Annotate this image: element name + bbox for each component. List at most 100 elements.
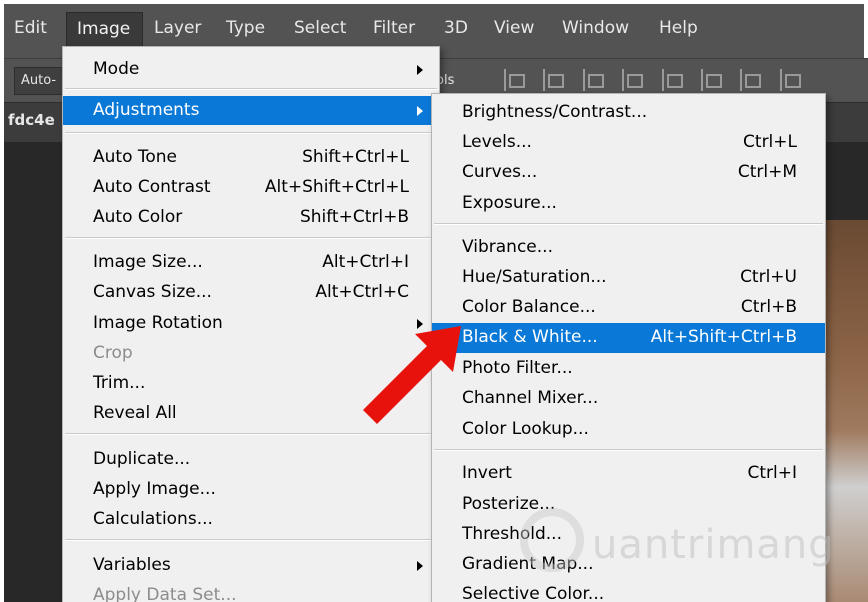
menu-item-shortcut: Shift+Ctrl+L [302, 147, 409, 167]
menu-item-hue-saturation[interactable]: Hue/Saturation... Ctrl+U [432, 263, 825, 293]
menu-type[interactable]: Type [226, 18, 265, 38]
align-top-icon[interactable] [504, 69, 526, 91]
menu-filter[interactable]: Filter [373, 18, 415, 38]
menu-item-label: Gradient Map... [462, 554, 594, 574]
distribute-top-icon[interactable] [740, 69, 762, 91]
menu-item-shortcut: Ctrl+L [743, 132, 797, 152]
menu-item-shortcut: Ctrl+B [740, 297, 797, 317]
menu-separator [65, 237, 437, 239]
menu-item-selective-color[interactable]: Selective Color... [432, 580, 825, 602]
menu-separator [65, 132, 437, 134]
menu-window[interactable]: Window [562, 18, 629, 38]
menu-item-label: Image Rotation [93, 313, 223, 333]
menu-view[interactable]: View [494, 18, 534, 38]
menu-item-gradient-map[interactable]: Gradient Map... [432, 550, 825, 580]
align-vertical-center-icon[interactable] [543, 69, 565, 91]
canvas-photo [824, 220, 868, 602]
menu-item-label: Mode [93, 59, 140, 79]
distribute-center-icon[interactable] [779, 69, 802, 91]
menu-item-label: Black & White... [462, 327, 598, 347]
menu-image[interactable]: Image [66, 12, 144, 48]
menu-item-label: Photo Filter... [462, 358, 573, 378]
align-icons-group [504, 69, 868, 93]
menu-item-posterize[interactable]: Posterize... [432, 490, 825, 520]
menu-item-exposure[interactable]: Exposure... [432, 189, 825, 219]
menu-item-label: Brightness/Contrast... [462, 102, 648, 122]
menu-separator [65, 433, 437, 435]
menu-help[interactable]: Help [659, 18, 698, 38]
menu-item-canvas-size[interactable]: Canvas Size... Alt+Ctrl+C [63, 278, 439, 307]
menu-item-label: Calculations... [93, 509, 213, 529]
menu-item-label: Image Size... [93, 252, 203, 272]
align-right-icon[interactable] [701, 69, 723, 91]
menu-item-label: Apply Data Set... [93, 585, 237, 602]
menu-item-calculations[interactable]: Calculations... [63, 505, 439, 534]
menu-item-label: Adjustments [93, 100, 200, 120]
menu-item-label: Hue/Saturation... [462, 267, 607, 287]
menu-item-auto-contrast[interactable]: Auto Contrast Alt+Shift+Ctrl+L [63, 173, 439, 202]
menu-item-label: Curves... [462, 162, 538, 182]
menu-item-label: Color Balance... [462, 297, 596, 317]
menu-item-mode[interactable]: Mode [63, 55, 439, 84]
menu-separator [434, 449, 823, 451]
align-horizontal-center-icon[interactable] [661, 69, 684, 91]
menu-item-shortcut: Alt+Ctrl+C [315, 282, 409, 302]
menu-item-label: Crop [93, 343, 133, 363]
menu-item-shortcut: Shift+Ctrl+B [299, 207, 409, 227]
menu-item-label: Levels... [462, 132, 532, 152]
menu-item-shortcut: Alt+Shift+Ctrl+L [264, 177, 409, 197]
menu-item-label: Auto Color [93, 207, 183, 227]
menu-item-photo-filter[interactable]: Photo Filter... [432, 354, 825, 384]
menu-item-shortcut: Alt+Shift+Ctrl+B [650, 327, 797, 347]
menu-item-duplicate[interactable]: Duplicate... [63, 445, 439, 474]
menu-item-image-size[interactable]: Image Size... Alt+Ctrl+I [63, 248, 439, 277]
menu-item-label: Auto Tone [93, 147, 178, 167]
menu-layer[interactable]: Layer [154, 18, 201, 38]
menu-item-adjustments[interactable]: Adjustments [63, 96, 439, 125]
menu-item-threshold[interactable]: Threshold... [432, 520, 825, 550]
menu-item-brightness-contrast[interactable]: Brightness/Contrast... [432, 98, 825, 128]
adjustments-submenu: Brightness/Contrast... Levels... Ctrl+L … [431, 93, 826, 602]
menu-item-label: Trim... [93, 373, 146, 393]
menu-item-label: Canvas Size... [93, 282, 212, 302]
menu-item-label: Apply Image... [93, 479, 216, 499]
menu-item-auto-color[interactable]: Auto Color Shift+Ctrl+B [63, 203, 439, 232]
menu-item-label: Vibrance... [462, 237, 553, 257]
menu-item-shortcut: Ctrl+M [737, 162, 797, 182]
menu-item-color-balance[interactable]: Color Balance... Ctrl+B [432, 293, 825, 323]
align-bottom-icon[interactable] [582, 69, 605, 91]
align-left-icon[interactable] [622, 69, 644, 91]
menu-item-black-white[interactable]: Black & White... Alt+Shift+Ctrl+B [432, 323, 825, 353]
menu-separator [65, 88, 437, 90]
menu-item-label: Color Lookup... [462, 419, 589, 439]
menu-item-label: Variables [93, 555, 171, 575]
menu-select[interactable]: Select [294, 18, 346, 38]
menu-item-label: Exposure... [462, 193, 557, 213]
menu-edit[interactable]: Edit [14, 18, 47, 38]
menu-item-curves[interactable]: Curves... Ctrl+M [432, 158, 825, 188]
chevron-right-icon [417, 561, 423, 571]
menu-item-label: Auto Contrast [93, 177, 211, 197]
menu-3d[interactable]: 3D [444, 18, 468, 38]
menu-item-levels[interactable]: Levels... Ctrl+L [432, 128, 825, 158]
menu-item-invert[interactable]: Invert Ctrl+I [432, 459, 825, 489]
menu-item-apply-image[interactable]: Apply Image... [63, 475, 439, 504]
menu-item-channel-mixer[interactable]: Channel Mixer... [432, 384, 825, 414]
chevron-right-icon [417, 65, 423, 75]
auto-select-checkbox[interactable]: Auto- [14, 67, 66, 95]
menu-item-vibrance[interactable]: Vibrance... [432, 233, 825, 263]
menu-item-apply-data-set: Apply Data Set... [63, 581, 439, 602]
menu-item-label: Channel Mixer... [462, 388, 599, 408]
menu-separator [65, 539, 437, 541]
menu-item-label: Selective Color... [462, 584, 605, 602]
menu-item-auto-tone[interactable]: Auto Tone Shift+Ctrl+L [63, 143, 439, 172]
menu-item-color-lookup[interactable]: Color Lookup... [432, 415, 825, 445]
menu-item-label: Duplicate... [93, 449, 191, 469]
chevron-right-icon [417, 106, 423, 116]
red-arrow-icon [363, 326, 461, 424]
document-tab[interactable]: fdc4e [8, 111, 55, 129]
menu-item-variables[interactable]: Variables [63, 551, 439, 580]
menu-separator [434, 223, 823, 225]
menu-item-label: Posterize... [462, 494, 556, 514]
menu-item-label: Threshold... [462, 524, 562, 544]
